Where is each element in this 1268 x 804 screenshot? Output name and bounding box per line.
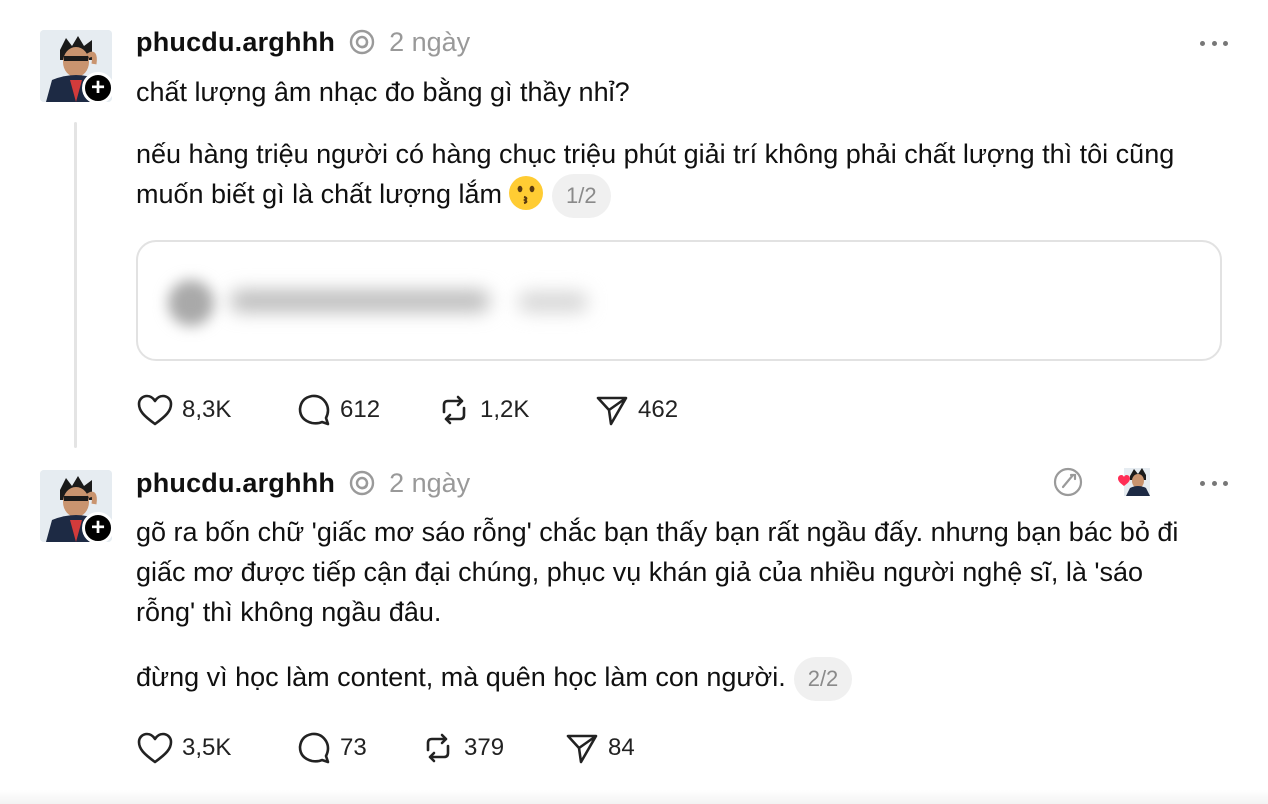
like-count: 3,5K (182, 734, 232, 761)
reply-button[interactable]: 73 (296, 730, 420, 766)
edit-circle-icon[interactable] (1052, 466, 1084, 498)
bottom-divider (0, 790, 1268, 804)
heart-avatar-icon[interactable] (1118, 466, 1152, 498)
comment-icon (298, 732, 330, 764)
avatar-wrapper[interactable]: + (40, 470, 114, 544)
thread-post-2: + phucdu.arghhh 2 ngày gõ ra bốn chữ 'gi… (0, 0, 1268, 804)
like-button[interactable]: 3,5K (136, 731, 296, 765)
post-text-paragraph-1: gõ ra bốn chữ 'giấc mơ sáo rỗng' chắc bạ… (136, 517, 1179, 627)
threads-badge-icon (349, 470, 375, 496)
username[interactable]: phucdu.arghhh (136, 468, 335, 499)
timestamp: 2 ngày (389, 467, 471, 498)
repost-icon (426, 733, 450, 763)
share-button[interactable]: 84 (564, 730, 635, 766)
repost-count: 379 (464, 734, 505, 761)
page-indicator-pill: 2/2 (793, 657, 853, 701)
more-horizontal-icon[interactable] (1200, 478, 1228, 488)
post-text-body: đừng vì học làm content, mà quên học làm… (136, 662, 786, 693)
post-header: phucdu.arghhh 2 ngày (136, 467, 470, 499)
action-bar: 3,5K 73 379 84 (136, 728, 635, 768)
reply-count: 73 (340, 734, 367, 761)
post-text-paragraph-2: đừng vì học làm content, mà quên học làm… (136, 657, 1216, 701)
repost-button[interactable]: 379 (420, 730, 564, 766)
heart-icon (137, 732, 173, 764)
share-count: 84 (608, 734, 635, 761)
post-meta-icons (1052, 466, 1152, 498)
send-icon (566, 734, 598, 764)
follow-plus-icon[interactable]: + (82, 512, 114, 544)
